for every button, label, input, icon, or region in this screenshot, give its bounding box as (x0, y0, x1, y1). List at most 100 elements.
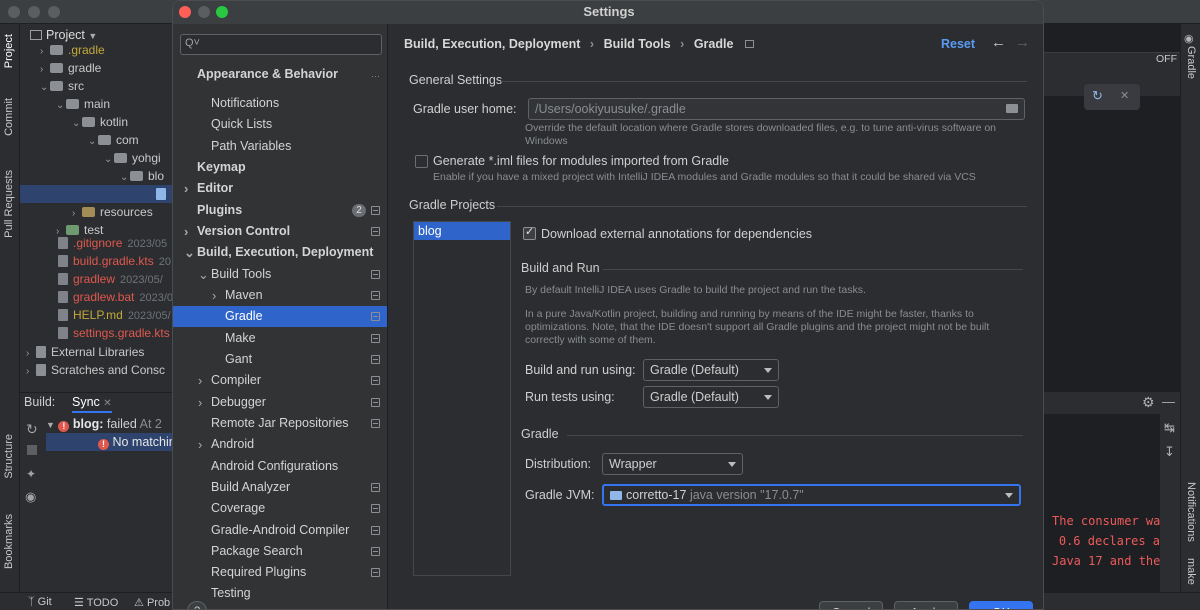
chevron-right-icon[interactable]: › (198, 392, 202, 413)
settings-nav-item[interactable]: › Android (173, 434, 387, 455)
minimize-window-icon[interactable] (28, 6, 40, 18)
generate-iml-checkbox[interactable] (415, 155, 428, 168)
breadcrumb-item[interactable]: Gradle (694, 37, 734, 51)
tree-item[interactable]: › resources (72, 203, 153, 221)
settings-nav-item[interactable]: Make (173, 328, 387, 349)
distribution-select[interactable]: Wrapper (602, 453, 743, 475)
stripe-notifications[interactable]: Notifications (1185, 482, 1197, 542)
chevron-right-icon[interactable]: › (212, 285, 216, 306)
breadcrumb-item[interactable]: Build Tools (604, 37, 671, 51)
settings-nav-item[interactable]: › Maven (173, 285, 387, 306)
git-tab[interactable]: ᛉ Git (28, 596, 52, 608)
settings-nav-item[interactable]: ⌄ Build, Execution, Deployment (173, 242, 387, 263)
problems-tab[interactable]: ⚠ Prob (134, 596, 170, 609)
settings-nav-item[interactable]: › Editor (173, 178, 387, 199)
scroll-to-end-icon[interactable]: ↧ (1164, 444, 1175, 460)
forward-arrow-icon[interactable]: → (1015, 34, 1030, 51)
tree-item[interactable]: › .gradle (40, 41, 105, 59)
close-window-icon[interactable] (8, 6, 20, 18)
settings-nav-item[interactable]: Testing (173, 583, 387, 604)
refresh-icon[interactable]: ↻ (26, 421, 38, 438)
chevron-right-icon[interactable]: › (184, 178, 188, 199)
settings-nav-item[interactable]: › Debugger (173, 392, 387, 413)
project-list-item[interactable]: blog (414, 222, 510, 240)
chevron-right-icon[interactable]: › (198, 370, 202, 391)
stripe-make[interactable]: make (1185, 558, 1197, 585)
maximize-window-icon[interactable] (48, 6, 60, 18)
tree-item[interactable]: ⌄ com (88, 131, 139, 149)
close-tab-icon[interactable]: ✕ (103, 398, 111, 409)
file-item[interactable]: gradlew.bat 2023/0 (58, 288, 172, 306)
chevron-right-icon[interactable]: › (198, 434, 202, 455)
tree-item[interactable]: ⌄ kotlin (72, 113, 128, 131)
folder-icon[interactable] (1006, 104, 1018, 113)
close-icon[interactable]: ✕ (1120, 89, 1129, 102)
gradle-reload-icon[interactable]: ↻ (1092, 88, 1103, 104)
settings-nav-item[interactable]: Gradle (173, 306, 387, 327)
sync-tab[interactable]: Sync ✕ (72, 395, 112, 413)
stripe-commit[interactable]: Commit (3, 98, 15, 136)
settings-nav-item[interactable]: Package Search (173, 541, 387, 562)
file-item[interactable]: settings.gradle.kts (58, 324, 172, 342)
stop-icon[interactable] (27, 445, 37, 455)
build-error-row[interactable]: ! No matching (46, 433, 183, 451)
chevron-right-icon[interactable]: › (26, 345, 36, 361)
run-tests-using-select[interactable]: Gradle (Default) (643, 386, 779, 408)
cancel-button[interactable]: Cancel (819, 601, 883, 609)
stripe-project[interactable]: Project (3, 34, 15, 68)
download-annotations-checkbox[interactable]: ✓ (523, 226, 536, 240)
chevron-down-icon[interactable]: ⌄ (184, 242, 195, 263)
back-arrow-icon[interactable]: ← (991, 34, 1006, 51)
settings-nav-item[interactable]: ⌄ Build Tools (173, 264, 387, 285)
stripe-bookmarks[interactable]: Bookmarks (3, 514, 15, 569)
settings-nav-item[interactable]: Gradle-Android Compiler (173, 520, 387, 541)
file-item[interactable]: build.gradle.kts 20 (58, 252, 172, 270)
reset-link[interactable]: Reset (941, 37, 975, 51)
soft-wrap-icon[interactable]: ↹ (1164, 420, 1175, 436)
off-label[interactable]: OFF (1156, 53, 1177, 65)
settings-nav-item[interactable]: Keymap (173, 157, 387, 178)
build-result-row[interactable]: ▼ ! blog: failed At 2 (46, 415, 172, 433)
file-item[interactable]: gradlew 2023/05/ (58, 270, 172, 288)
minimize-icon[interactable]: — (1162, 394, 1175, 409)
chevron-right-icon[interactable]: › (184, 221, 188, 242)
settings-nav-item[interactable]: Path Variables (173, 136, 387, 157)
settings-nav-item[interactable]: › Version Control (173, 221, 387, 242)
settings-search-input[interactable]: Q˅ (180, 34, 382, 55)
settings-nav-item[interactable]: Android Configurations (173, 456, 387, 477)
tree-item[interactable]: ⌄ yohgi (104, 149, 161, 167)
breadcrumb-item[interactable]: Build, Execution, Deployment (404, 37, 580, 51)
build-run-using-select[interactable]: Gradle (Default) (643, 359, 779, 381)
gradle-jvm-select[interactable]: corretto-17 java version "17.0.7" (602, 484, 1021, 506)
settings-nav-item[interactable]: Notifications (173, 93, 387, 114)
settings-nav-item[interactable]: Required Plugins (173, 562, 387, 583)
chevron-down-icon[interactable]: ⌄ (88, 133, 98, 151)
apply-button[interactable]: Apply (894, 601, 958, 609)
gradle-user-home-field[interactable]: /Users/ookiyuusuke/.gradle (528, 98, 1025, 120)
chevron-down-icon[interactable]: ⌄ (104, 151, 114, 169)
stripe-pull-requests[interactable]: Pull Requests (3, 170, 15, 238)
chevron-down-icon[interactable]: ⌄ (72, 115, 82, 133)
chevron-right-icon[interactable]: › (26, 363, 36, 379)
eye-icon[interactable]: ◉ (25, 489, 36, 505)
stripe-structure[interactable]: Structure (3, 434, 15, 479)
stripe-gradle[interactable]: Gradle (1185, 46, 1197, 79)
settings-nav-item[interactable]: Quick Lists (173, 114, 387, 135)
file-item[interactable]: HELP.md 2023/05/ (58, 306, 172, 324)
tree-item[interactable]: ⌄ blo (120, 167, 164, 185)
settings-nav-item[interactable]: Plugins 2 (173, 200, 387, 221)
project-view-selector[interactable]: Project ▼ (30, 28, 97, 42)
settings-nav-item[interactable]: Build Analyzer (173, 477, 387, 498)
gradle-reload-popup[interactable]: ↻ ✕ (1084, 84, 1140, 110)
chevron-down-icon[interactable]: ⌄ (40, 79, 50, 97)
tree-item[interactable] (20, 185, 172, 203)
external-libraries-item[interactable]: › External Libraries (26, 343, 172, 361)
scratches-item[interactable]: › Scratches and Consc (26, 361, 172, 379)
settings-nav-item[interactable]: › Compiler (173, 370, 387, 391)
settings-nav-item[interactable]: Appearance & Behavior (173, 64, 387, 85)
settings-nav-item[interactable]: Coverage (173, 498, 387, 519)
settings-nav-item[interactable]: Remote Jar Repositories (173, 413, 387, 434)
gear-icon[interactable]: ⚙ (1142, 394, 1155, 411)
file-item[interactable]: .gitignore 2023/05 (58, 234, 172, 252)
settings-nav-item[interactable]: Gant (173, 349, 387, 370)
